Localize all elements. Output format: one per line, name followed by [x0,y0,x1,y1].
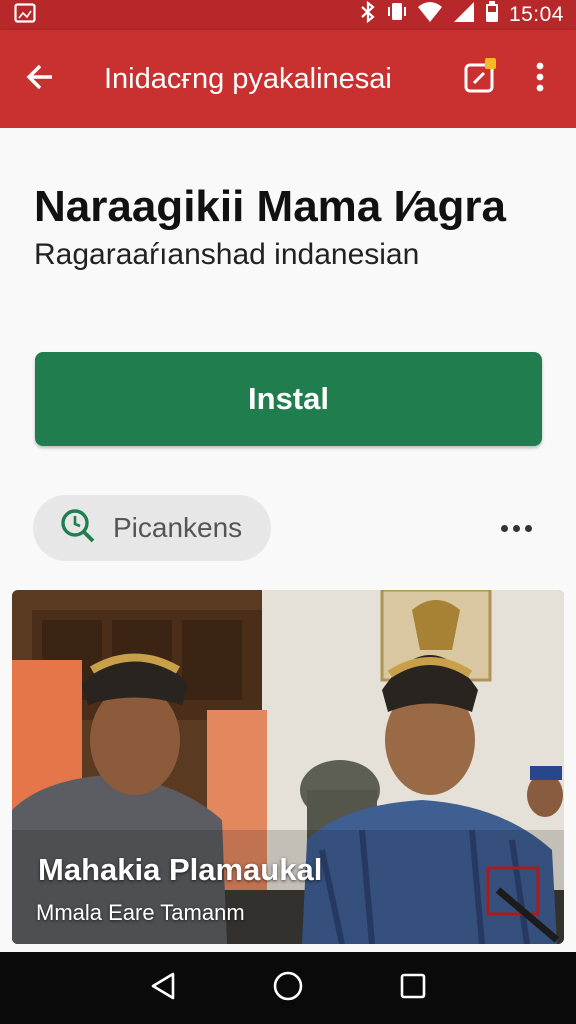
battery-icon [485,1,499,29]
screenshot-subtitle: Mmala Eare Tamanm [36,900,245,925]
back-triangle-icon [149,971,177,1006]
status-time: 15:04 [508,3,564,26]
search-chip[interactable]: Picankens [33,495,271,561]
bluetooth-icon [359,0,377,29]
edit-note-button[interactable] [450,30,510,128]
status-bar: 15:04 [0,0,576,30]
more-horizontal-icon[interactable] [492,510,540,546]
more-vertical-icon [535,61,545,98]
screenshot-title: Mahakia Plamaukal [38,852,323,887]
app-detail-content: Naraagikii Mama I⁄agra Ragaraaŕıanshad i… [0,128,576,952]
vibrate-icon [387,1,407,29]
nav-home-button[interactable] [258,958,318,1018]
gallery-icon [14,2,36,28]
chip-label: Picankens [113,512,243,543]
nav-recents-button[interactable] [383,958,443,1018]
nav-back-button[interactable] [133,958,193,1018]
app-screenshot[interactable]: Mahakia Plamaukal Mmala Eare Tamanm [12,590,564,944]
back-arrow-icon [25,62,55,97]
notification-badge [485,58,496,69]
search-clock-icon [59,507,97,550]
back-button[interactable] [0,30,80,128]
install-button[interactable]: Instal [35,352,542,446]
wifi-icon [417,1,443,29]
recents-square-icon [399,972,427,1005]
app-bar: Inidacғng pyakalinesai [0,30,576,128]
signal-icon [453,1,475,29]
screenshot-photo [12,590,564,944]
app-name: Naraagikii Mama I⁄agra [34,182,507,231]
more-options-button[interactable] [510,30,570,128]
developer-name[interactable]: Ragaraaŕıanshad indanesian [34,238,419,272]
home-circle-icon [272,970,304,1007]
system-nav-bar [0,952,576,1024]
app-bar-title: Inidacғng pyakalinesai [104,62,392,95]
